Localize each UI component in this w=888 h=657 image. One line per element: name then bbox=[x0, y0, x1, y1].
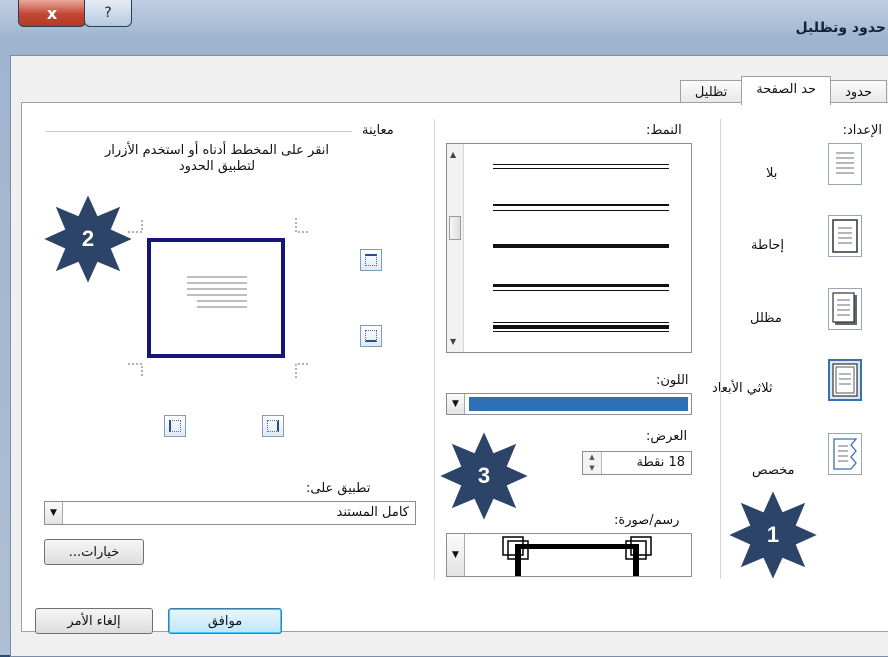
style-option-line[interactable] bbox=[493, 325, 669, 329]
width-label: العرض: bbox=[646, 429, 688, 444]
scroll-up-icon[interactable]: ▲ bbox=[450, 150, 456, 159]
left-border-button[interactable] bbox=[164, 415, 186, 437]
style-option-line[interactable] bbox=[493, 290, 669, 291]
options-button[interactable]: خيارات... bbox=[44, 539, 144, 565]
top-border-icon bbox=[365, 254, 377, 266]
width-value: 18 نقطة bbox=[636, 455, 685, 470]
color-label: اللون: bbox=[656, 373, 689, 388]
left-border-icon bbox=[169, 420, 181, 432]
title-bar: x ? حدود وتظليل bbox=[0, 0, 888, 55]
style-option-line[interactable] bbox=[493, 210, 669, 211]
setting-label-3d[interactable]: ثلاثي الأبعاد bbox=[712, 381, 773, 396]
callout-number: 1 bbox=[766, 522, 780, 547]
preview-corner-marks bbox=[128, 218, 310, 378]
style-option-line[interactable] bbox=[493, 331, 669, 332]
dialog-window: x ? حدود وتظليل حدود حد الصفحة تظليل الإ… bbox=[0, 0, 888, 657]
setting-label-custom[interactable]: مخصص bbox=[752, 463, 795, 478]
setting-label-box[interactable]: إحاطة bbox=[751, 238, 784, 253]
style-option-line[interactable] bbox=[493, 164, 669, 165]
dropdown-arrow-icon[interactable]: ▼ bbox=[447, 534, 465, 576]
style-heading: النمط: bbox=[646, 123, 682, 138]
bottom-border-icon bbox=[365, 330, 377, 342]
preview-instructions: انقر على المخطط أدناه أو استخدم الأزرار … bbox=[105, 143, 329, 174]
column-divider bbox=[434, 119, 435, 579]
style-list[interactable]: ▲ ▼ bbox=[446, 143, 692, 353]
shadow-setting-icon[interactable] bbox=[828, 288, 862, 330]
setting-heading: الإعداد: bbox=[842, 123, 882, 138]
close-icon: x bbox=[46, 3, 58, 23]
callout-number: 3 bbox=[477, 463, 491, 488]
help-icon: ? bbox=[104, 5, 112, 21]
art-label: رسم/صورة: bbox=[614, 513, 680, 528]
box-setting-icon[interactable] bbox=[828, 215, 862, 257]
color-swatch bbox=[469, 397, 688, 411]
right-border-icon bbox=[267, 420, 279, 432]
callout-star-1: 1 bbox=[724, 486, 822, 584]
color-dropdown[interactable]: ▼ bbox=[446, 393, 692, 415]
scroll-down-icon[interactable]: ▼ bbox=[450, 337, 456, 346]
dropdown-arrow-icon[interactable]: ▼ bbox=[447, 394, 465, 414]
preview-heading: معاينة bbox=[362, 123, 394, 138]
right-border-button[interactable] bbox=[262, 415, 284, 437]
none-setting-icon[interactable] bbox=[828, 143, 862, 185]
custom-setting-icon[interactable] bbox=[828, 433, 862, 475]
style-option-line[interactable] bbox=[493, 244, 669, 248]
bottom-border-button[interactable] bbox=[360, 325, 382, 347]
top-border-button[interactable] bbox=[360, 249, 382, 271]
art-preview-icon bbox=[502, 536, 652, 576]
3d-setting-icon[interactable] bbox=[828, 359, 862, 401]
tab-strip: حدود حد الصفحة تظليل bbox=[679, 76, 887, 105]
style-list-scrollbar[interactable]: ▲ ▼ bbox=[447, 144, 464, 352]
apply-to-dropdown[interactable]: ▼ كامل المستند bbox=[44, 501, 416, 525]
tab-page-border[interactable]: حد الصفحة bbox=[741, 76, 832, 105]
callout-number: 2 bbox=[81, 226, 95, 251]
dropdown-arrow-icon[interactable]: ▼ bbox=[45, 502, 63, 524]
cancel-button[interactable]: إلغاء الأمر bbox=[35, 608, 153, 634]
help-button[interactable]: ? bbox=[84, 0, 132, 27]
art-dropdown[interactable]: ▼ bbox=[446, 533, 692, 577]
callout-star-2: 2 bbox=[39, 190, 137, 288]
apply-to-value: كامل المستند bbox=[336, 505, 409, 520]
style-option-line[interactable] bbox=[493, 204, 669, 206]
width-spinner[interactable]: ▲ ▼ bbox=[583, 452, 602, 474]
close-button[interactable]: x bbox=[18, 0, 86, 27]
style-option-line[interactable] bbox=[493, 168, 669, 169]
callout-star-3: 3 bbox=[435, 427, 533, 525]
style-option-line[interactable] bbox=[493, 284, 669, 287]
ok-button[interactable]: موافق bbox=[168, 608, 282, 634]
setting-label-shadow[interactable]: مظلل bbox=[750, 311, 782, 326]
scroll-thumb[interactable] bbox=[449, 216, 461, 240]
style-option-line[interactable] bbox=[493, 322, 669, 323]
width-field[interactable]: ▲ ▼ 18 نقطة bbox=[582, 451, 692, 475]
preview-divider bbox=[46, 131, 352, 132]
setting-label-none[interactable]: بلا bbox=[766, 166, 777, 181]
apply-to-label: تطبيق على: bbox=[306, 481, 371, 496]
column-divider bbox=[720, 119, 721, 579]
window-title: حدود وتظليل bbox=[795, 20, 886, 36]
